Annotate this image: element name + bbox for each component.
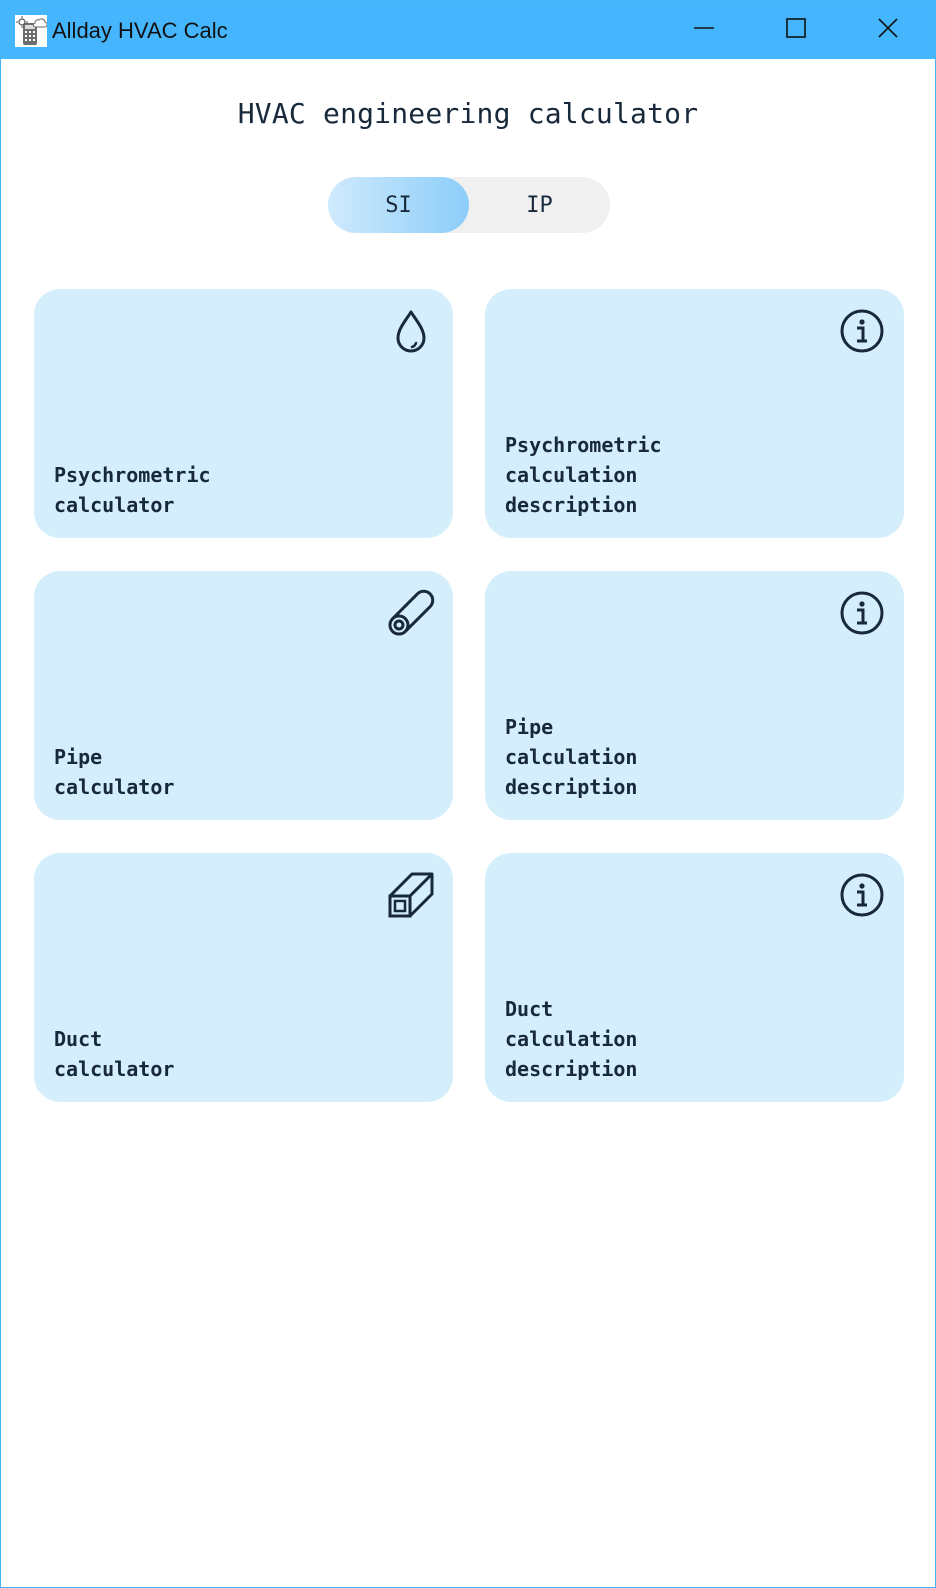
duct-icon bbox=[385, 869, 437, 921]
card-label: Psychrometric calculation description bbox=[505, 433, 662, 517]
unit-system-toggle[interactable]: SI IP bbox=[328, 177, 610, 233]
pipe-description-card[interactable]: Pipe calculation description bbox=[485, 571, 904, 820]
window-title: Allday HVAC Calc bbox=[52, 18, 228, 43]
card-label: Psychrometric calculator bbox=[54, 463, 211, 517]
unit-option-ip[interactable]: IP bbox=[469, 177, 610, 233]
duct-calculator-card[interactable]: Duct calculator bbox=[34, 853, 453, 1102]
page-title: HVAC engineering calculator bbox=[237, 97, 699, 130]
card-label: Pipe calculation description bbox=[505, 715, 638, 799]
info-icon bbox=[836, 305, 888, 357]
pipe-icon bbox=[385, 587, 437, 639]
pipe-calculator-card[interactable]: Pipe calculator bbox=[34, 571, 453, 820]
close-button[interactable] bbox=[853, 1, 923, 59]
maximize-button[interactable] bbox=[761, 1, 831, 59]
card-label: Duct calculator bbox=[54, 1027, 175, 1081]
unit-option-si[interactable]: SI bbox=[328, 177, 469, 233]
card-label: Pipe calculator bbox=[54, 745, 175, 799]
maximize-icon bbox=[785, 17, 807, 44]
info-icon bbox=[836, 587, 888, 639]
card-label: Duct calculation description bbox=[505, 997, 638, 1081]
close-icon bbox=[877, 17, 899, 44]
app-window: Allday HVAC Calc HVAC engineering calcul… bbox=[0, 0, 936, 1588]
duct-description-card[interactable]: Duct calculation description bbox=[485, 853, 904, 1102]
minimize-button[interactable] bbox=[669, 1, 739, 59]
psychrometric-description-card[interactable]: Psychrometric calculation description bbox=[485, 289, 904, 538]
app-calculator-icon bbox=[15, 15, 48, 47]
water-drop-icon bbox=[385, 305, 437, 357]
psychrometric-calculator-card[interactable]: Psychrometric calculator bbox=[34, 289, 453, 538]
title-bar[interactable]: Allday HVAC Calc bbox=[1, 1, 935, 59]
minimize-icon bbox=[693, 17, 715, 44]
info-icon bbox=[836, 869, 888, 921]
